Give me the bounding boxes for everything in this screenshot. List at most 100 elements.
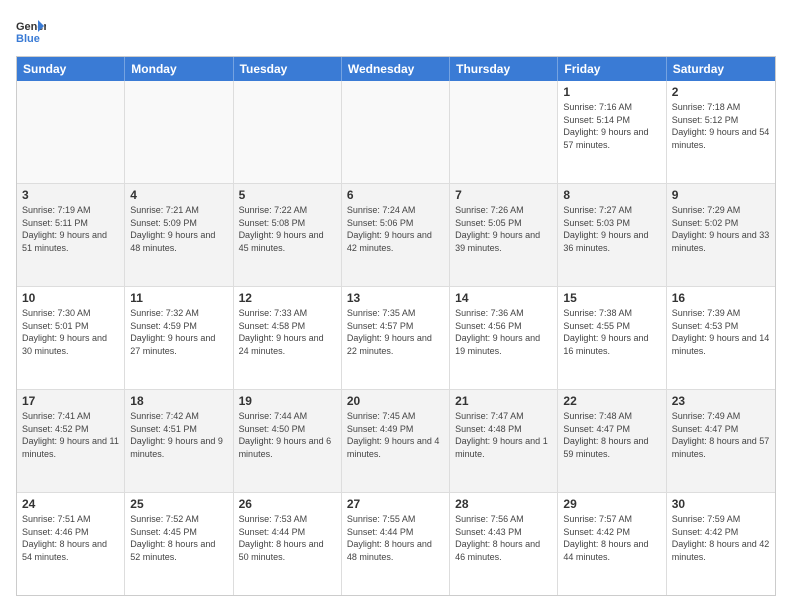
day-cell-7: 7 Sunrise: 7:26 AM Sunset: 5:05 PM Daylig… (450, 184, 558, 286)
day-info: Sunrise: 7:19 AM Sunset: 5:11 PM Dayligh… (22, 204, 119, 254)
day-number: 7 (455, 188, 552, 202)
day-number: 29 (563, 497, 660, 511)
day-cell-28: 28 Sunrise: 7:56 AM Sunset: 4:43 PM Dayli… (450, 493, 558, 595)
day-info: Sunrise: 7:32 AM Sunset: 4:59 PM Dayligh… (130, 307, 227, 357)
day-info: Sunrise: 7:55 AM Sunset: 4:44 PM Dayligh… (347, 513, 444, 563)
day-cell-6: 6 Sunrise: 7:24 AM Sunset: 5:06 PM Daylig… (342, 184, 450, 286)
empty-cell (17, 81, 125, 183)
day-number: 16 (672, 291, 770, 305)
calendar-row-2: 3 Sunrise: 7:19 AM Sunset: 5:11 PM Daylig… (17, 184, 775, 287)
day-info: Sunrise: 7:29 AM Sunset: 5:02 PM Dayligh… (672, 204, 770, 254)
day-cell-27: 27Sunrise: 7:55 AM Sunset: 4:44 PM Dayli… (342, 493, 450, 595)
day-number: 19 (239, 394, 336, 408)
day-cell-16: 16Sunrise: 7:39 AM Sunset: 4:53 PM Dayli… (667, 287, 775, 389)
day-cell-10: 10 Sunrise: 7:30 AM Sunset: 5:01 PM Dayli… (17, 287, 125, 389)
day-number: 15 (563, 291, 660, 305)
day-info: Sunrise: 7:24 AM Sunset: 5:06 PM Dayligh… (347, 204, 444, 254)
day-cell-5: 5Sunrise: 7:22 AM Sunset: 5:08 PM Daylig… (234, 184, 342, 286)
header-day-wednesday: Wednesday (342, 57, 450, 81)
logo-icon: General Blue (16, 16, 46, 46)
day-info: Sunrise: 7:36 AM Sunset: 4:56 PM Dayligh… (455, 307, 552, 357)
calendar-row-4: 17 Sunrise: 7:41 AM Sunset: 4:52 PM Dayli… (17, 390, 775, 493)
day-number: 11 (130, 291, 227, 305)
day-cell-8: 8 Sunrise: 7:27 AM Sunset: 5:03 PM Daylig… (558, 184, 666, 286)
day-info: Sunrise: 7:52 AM Sunset: 4:45 PM Dayligh… (130, 513, 227, 563)
day-number: 9 (672, 188, 770, 202)
day-info: Sunrise: 7:35 AM Sunset: 4:57 PM Dayligh… (347, 307, 444, 357)
day-number: 6 (347, 188, 444, 202)
day-cell-25: 25 Sunrise: 7:52 AM Sunset: 4:45 PM Dayli… (125, 493, 233, 595)
day-cell-24: 24 Sunrise: 7:51 AM Sunset: 4:46 PM Dayli… (17, 493, 125, 595)
day-cell-15: 15 Sunrise: 7:38 AM Sunset: 4:55 PM Dayli… (558, 287, 666, 389)
empty-cell (450, 81, 558, 183)
day-number: 23 (672, 394, 770, 408)
header-day-tuesday: Tuesday (234, 57, 342, 81)
calendar-row-5: 24 Sunrise: 7:51 AM Sunset: 4:46 PM Dayli… (17, 493, 775, 595)
day-cell-17: 17 Sunrise: 7:41 AM Sunset: 4:52 PM Dayli… (17, 390, 125, 492)
day-number: 8 (563, 188, 660, 202)
day-cell-11: 11 Sunrise: 7:32 AM Sunset: 4:59 PM Dayli… (125, 287, 233, 389)
day-number: 30 (672, 497, 770, 511)
day-number: 13 (347, 291, 444, 305)
day-cell-12: 12 Sunrise: 7:33 AM Sunset: 4:58 PM Dayli… (234, 287, 342, 389)
day-number: 10 (22, 291, 119, 305)
day-number: 5 (239, 188, 336, 202)
day-cell-22: 22 Sunrise: 7:48 AM Sunset: 4:47 PM Dayli… (558, 390, 666, 492)
day-number: 22 (563, 394, 660, 408)
day-number: 21 (455, 394, 552, 408)
calendar-row-1: 1 Sunrise: 7:16 AM Sunset: 5:14 PM Daylig… (17, 81, 775, 184)
header-day-saturday: Saturday (667, 57, 775, 81)
day-cell-20: 20Sunrise: 7:45 AM Sunset: 4:49 PM Dayli… (342, 390, 450, 492)
day-number: 28 (455, 497, 552, 511)
day-info: Sunrise: 7:56 AM Sunset: 4:43 PM Dayligh… (455, 513, 552, 563)
header-day-thursday: Thursday (450, 57, 558, 81)
day-info: Sunrise: 7:48 AM Sunset: 4:47 PM Dayligh… (563, 410, 660, 460)
day-number: 26 (239, 497, 336, 511)
day-info: Sunrise: 7:44 AM Sunset: 4:50 PM Dayligh… (239, 410, 336, 460)
day-number: 17 (22, 394, 119, 408)
day-info: Sunrise: 7:16 AM Sunset: 5:14 PM Dayligh… (563, 101, 660, 151)
day-number: 12 (239, 291, 336, 305)
day-info: Sunrise: 7:38 AM Sunset: 4:55 PM Dayligh… (563, 307, 660, 357)
day-cell-18: 18Sunrise: 7:42 AM Sunset: 4:51 PM Dayli… (125, 390, 233, 492)
day-info: Sunrise: 7:59 AM Sunset: 4:42 PM Dayligh… (672, 513, 770, 563)
day-info: Sunrise: 7:47 AM Sunset: 4:48 PM Dayligh… (455, 410, 552, 460)
day-info: Sunrise: 7:18 AM Sunset: 5:12 PM Dayligh… (672, 101, 770, 151)
day-number: 4 (130, 188, 227, 202)
day-cell-30: 30 Sunrise: 7:59 AM Sunset: 4:42 PM Dayli… (667, 493, 775, 595)
day-cell-21: 21 Sunrise: 7:47 AM Sunset: 4:48 PM Dayli… (450, 390, 558, 492)
day-info: Sunrise: 7:33 AM Sunset: 4:58 PM Dayligh… (239, 307, 336, 357)
header-day-monday: Monday (125, 57, 233, 81)
day-info: Sunrise: 7:49 AM Sunset: 4:47 PM Dayligh… (672, 410, 770, 460)
day-cell-19: 19 Sunrise: 7:44 AM Sunset: 4:50 PM Dayli… (234, 390, 342, 492)
header-day-sunday: Sunday (17, 57, 125, 81)
day-number: 24 (22, 497, 119, 511)
calendar: SundayMondayTuesdayWednesdayThursdayFrid… (16, 56, 776, 596)
day-number: 2 (672, 85, 770, 99)
day-number: 14 (455, 291, 552, 305)
day-info: Sunrise: 7:51 AM Sunset: 4:46 PM Dayligh… (22, 513, 119, 563)
empty-cell (125, 81, 233, 183)
day-info: Sunrise: 7:41 AM Sunset: 4:52 PM Dayligh… (22, 410, 119, 460)
day-number: 3 (22, 188, 119, 202)
day-info: Sunrise: 7:21 AM Sunset: 5:09 PM Dayligh… (130, 204, 227, 254)
empty-cell (234, 81, 342, 183)
calendar-row-3: 10 Sunrise: 7:30 AM Sunset: 5:01 PM Dayli… (17, 287, 775, 390)
day-cell-23: 23 Sunrise: 7:49 AM Sunset: 4:47 PM Dayli… (667, 390, 775, 492)
day-info: Sunrise: 7:27 AM Sunset: 5:03 PM Dayligh… (563, 204, 660, 254)
day-number: 25 (130, 497, 227, 511)
day-number: 1 (563, 85, 660, 99)
day-cell-14: 14 Sunrise: 7:36 AM Sunset: 4:56 PM Dayli… (450, 287, 558, 389)
day-info: Sunrise: 7:30 AM Sunset: 5:01 PM Dayligh… (22, 307, 119, 357)
day-cell-9: 9 Sunrise: 7:29 AM Sunset: 5:02 PM Daylig… (667, 184, 775, 286)
svg-text:Blue: Blue (16, 33, 40, 45)
day-number: 20 (347, 394, 444, 408)
day-cell-26: 26Sunrise: 7:53 AM Sunset: 4:44 PM Dayli… (234, 493, 342, 595)
logo: General Blue (16, 16, 46, 46)
empty-cell (342, 81, 450, 183)
day-cell-1: 1 Sunrise: 7:16 AM Sunset: 5:14 PM Daylig… (558, 81, 666, 183)
header-day-friday: Friday (558, 57, 666, 81)
day-cell-29: 29Sunrise: 7:57 AM Sunset: 4:42 PM Dayli… (558, 493, 666, 595)
day-info: Sunrise: 7:42 AM Sunset: 4:51 PM Dayligh… (130, 410, 227, 460)
day-info: Sunrise: 7:26 AM Sunset: 5:05 PM Dayligh… (455, 204, 552, 254)
